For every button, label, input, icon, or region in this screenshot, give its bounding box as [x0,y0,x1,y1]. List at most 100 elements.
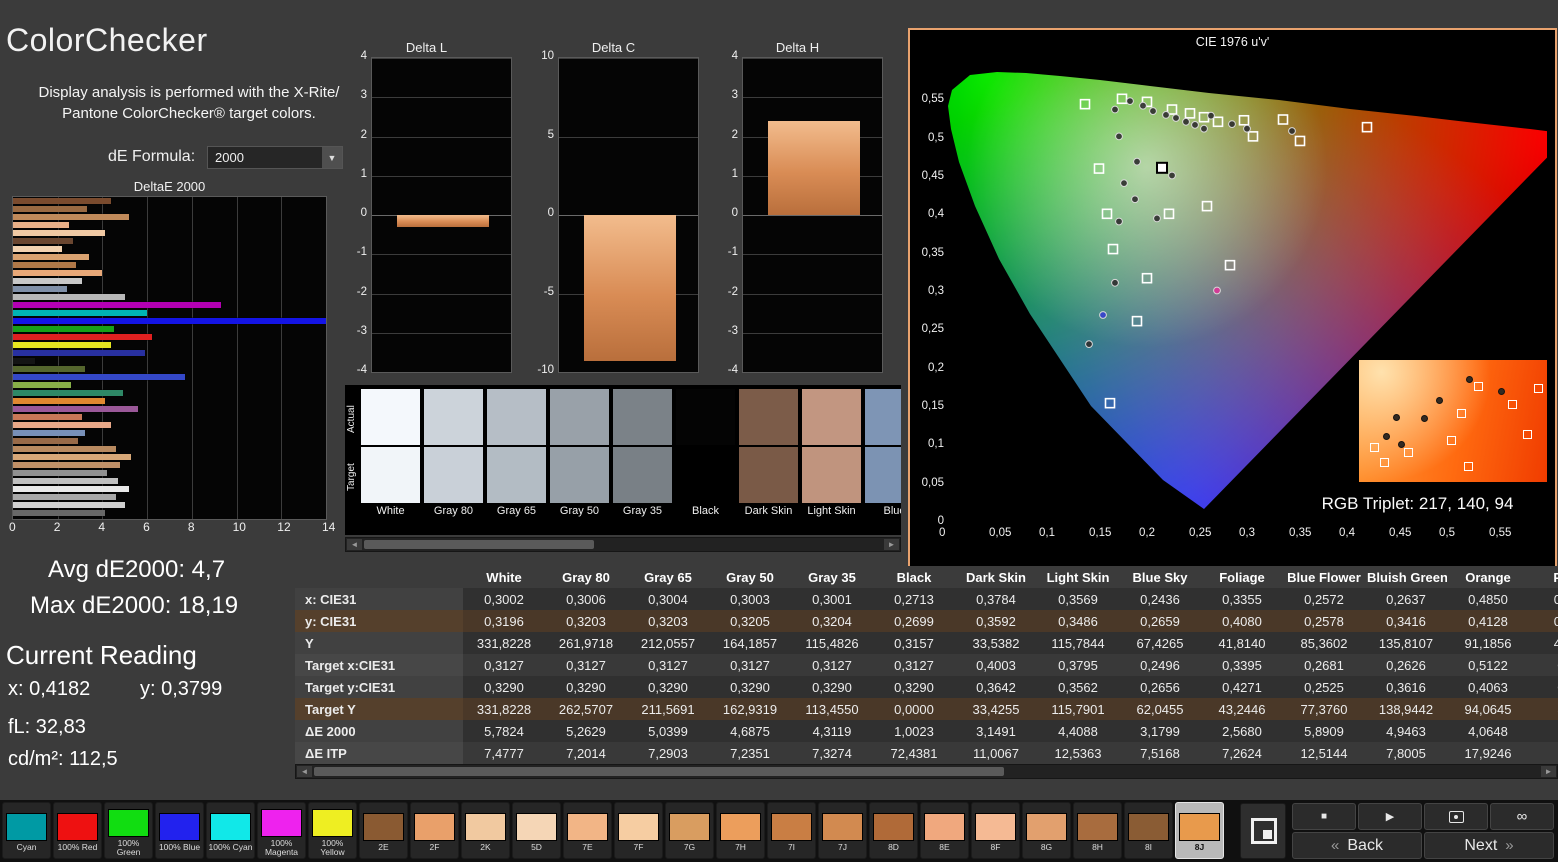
de-bar [13,486,129,492]
scroll-right-icon[interactable]: ► [884,539,899,550]
swatch-scroll-thumb[interactable] [364,540,594,549]
patch-label: 7G [666,843,713,852]
table-cell: 0,3002 [463,588,545,610]
table-cell: 1,0023 [873,720,955,742]
patch-color-swatch [1026,813,1067,841]
table-cell: 0,3001 [791,588,873,610]
patch-button-8f[interactable]: 8F [971,802,1020,859]
table-cell: 0,19 [1529,676,1558,698]
table-scrollbar[interactable]: ◄ ► [295,764,1558,779]
measurement-circle-marker [1229,121,1236,128]
inset-circle-marker [1436,397,1443,404]
x-tick-label: 2 [54,520,61,534]
patch-button-8d[interactable]: 8D [869,802,918,859]
table-row: ΔE ITP7,47777,20147,29037,23517,327472,4… [295,742,1558,764]
patch-button-8i[interactable]: 8I [1124,802,1173,859]
patch-button-8h[interactable]: 8H [1073,802,1122,859]
table-cell: 94,0645 [1447,698,1529,720]
table-cell: 7,3274 [791,742,873,764]
results-table: WhiteGray 80Gray 65Gray 50Gray 35BlackDa… [295,566,1558,764]
patch-color-swatch [6,813,47,841]
swatch-strip-scrollbar[interactable]: ◄ ► [345,537,901,552]
patch-color-swatch [516,813,557,841]
patch-button-7h[interactable]: 7H [716,802,765,859]
table-cell: 33,5382 [955,632,1037,654]
patch-button-8g[interactable]: 8G [1022,802,1071,859]
gridline [559,137,698,138]
patch-button-100-red[interactable]: 100% Red [53,802,102,859]
gridline [372,254,511,255]
deltaE-bar-chart [12,196,327,520]
table-cell: 0,3196 [463,610,545,632]
table-scroll-thumb[interactable] [314,767,1004,776]
swatch-label: Black [676,505,735,517]
back-button[interactable]: « Back [1292,832,1422,859]
patch-button-7i[interactable]: 7I [767,802,816,859]
patch-button-7j[interactable]: 7J [818,802,867,859]
table-cell: 0,2436 [1119,588,1201,610]
patch-button-cyan[interactable]: Cyan [2,802,51,859]
y-tick-label: 0 [341,207,367,219]
patch-button-100-cyan[interactable]: 100% Cyan [206,802,255,859]
patch-label: 5D [513,843,560,852]
play-icon: ▶ [1386,810,1394,823]
colorchecker-app: ColorChecker Display analysis is perform… [0,0,1558,862]
table-cell: 0,2525 [1283,676,1365,698]
de-bar [13,262,76,268]
cie-y-tick: 0,45 [912,170,944,182]
patch-button-7e[interactable]: 7E [563,802,612,859]
avg-de2000: Avg dE2000: 4,7 [48,556,225,584]
table-cell: 0,212 [1529,588,1558,610]
scroll-left-icon[interactable]: ◄ [297,766,312,777]
table-column-header: Bluish Green [1365,566,1447,588]
de-bar [13,510,105,516]
page-subtitle: Display analysis is performed with the X… [24,82,354,124]
cie-y-tick: 0,5 [912,132,944,144]
table-cell: 7,2014 [545,742,627,764]
patch-window-button[interactable] [1240,803,1286,859]
patch-button-7f[interactable]: 7F [614,802,663,859]
stop-button[interactable]: ■ [1292,803,1356,830]
play-button[interactable]: ▶ [1358,803,1422,830]
gridline [147,197,148,519]
patch-button-7g[interactable]: 7G [665,802,714,859]
cie-x-tick: 0,3 [1239,527,1255,539]
measurement-circle-marker [1244,125,1251,132]
measurement-circle-marker [1112,279,1119,286]
patch-button-2k[interactable]: 2K [461,802,510,859]
table-cell: 0,3795 [1037,654,1119,676]
table-cell: 12,5363 [1037,742,1119,764]
patch-button-100-yellow[interactable]: 100% Yellow [308,802,357,859]
target-swatch [676,447,735,503]
patch-button-2e[interactable]: 2E [359,802,408,859]
patch-button-100-blue[interactable]: 100% Blue [155,802,204,859]
patch-label: 100% Cyan [207,843,254,852]
patch-button-100-magenta[interactable]: 100% Magenta [257,802,306,859]
gridline [743,333,882,334]
table-cell: 138,9442 [1365,698,1447,720]
loop-button[interactable]: ∞ [1490,803,1554,830]
table-row: Target y:CIE310,32900,32900,32900,32900,… [295,676,1558,698]
patch-button-100-green[interactable]: 100% Green [104,802,153,859]
scroll-left-icon[interactable]: ◄ [347,539,362,550]
next-button[interactable]: Next » [1424,832,1554,859]
y-tick-label: -5 [528,286,554,298]
patch-button-5d[interactable]: 5D [512,802,561,859]
inset-circle-marker [1383,433,1390,440]
capture-button[interactable] [1424,803,1488,830]
patch-color-swatch [720,813,761,841]
table-cell: 0,3203 [545,610,627,632]
table-column-header: Gray 50 [709,566,791,588]
measurement-circle-marker [1140,102,1147,109]
scroll-right-icon[interactable]: ► [1541,766,1556,777]
table-cell: 0,3562 [1037,676,1119,698]
cie-x-tick: 0,05 [989,527,1011,539]
chevron-down-icon[interactable]: ▼ [322,147,342,168]
patch-button-2f[interactable]: 2F [410,802,459,859]
patch-label: 7J [819,843,866,852]
patch-button-8e[interactable]: 8E [920,802,969,859]
de-bar [13,374,185,380]
max-de2000: Max dE2000: 18,19 [30,592,238,620]
patch-button-8j[interactable]: 8J [1175,802,1224,859]
de-formula-dropdown[interactable]: 2000 ▼ [207,146,343,169]
